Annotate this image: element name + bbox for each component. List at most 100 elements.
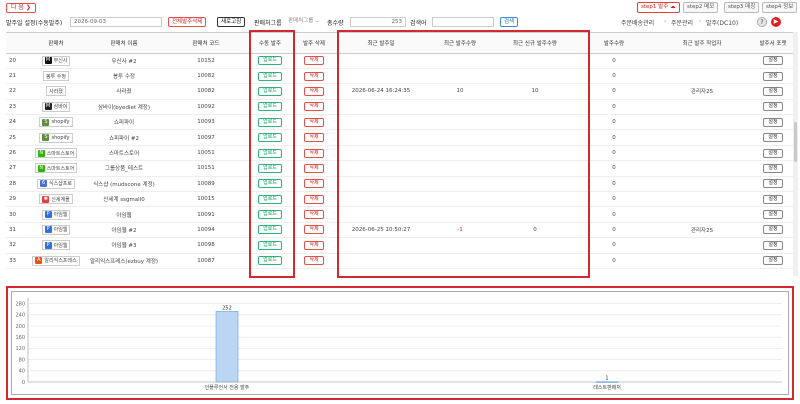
vendor-group-select[interactable]: 판매처그룹 ⌄ <box>285 17 325 27</box>
format-settings-button[interactable]: 설정 <box>763 163 783 173</box>
format-settings-button[interactable]: 설정 <box>763 71 783 81</box>
step4-info-button[interactable]: step4 정보 <box>762 2 798 13</box>
breadcrumb-item-shipping[interactable]: 주문배송관리 <box>621 18 654 27</box>
delete-button[interactable]: 삭제 <box>304 133 324 143</box>
format-settings-button[interactable]: 설정 <box>763 148 783 158</box>
table-row[interactable]: 23 M 삼바이 삼바이(byediet 계정) 10092 업로드 삭제 0 설… <box>6 99 794 116</box>
delete-button[interactable]: 삭제 <box>304 148 324 158</box>
upload-button[interactable]: 업로드 <box>258 240 282 250</box>
table-row[interactable]: 30 P 아임웹 아임웹 10091 업로드 삭제 0 설정 <box>6 206 794 223</box>
format-settings-button[interactable]: 설정 <box>763 210 783 220</box>
table-row[interactable]: 22 사라졌 사라졌 10082 업로드 삭제 2026-06-24 16:24… <box>6 83 794 100</box>
search-button[interactable]: 검색 <box>500 17 519 27</box>
vendor-badge: 봉투 수정 <box>43 71 69 82</box>
col-header-vendor-name[interactable]: 판매처 이름 <box>84 33 164 54</box>
vendor-label: 삼바이 <box>53 104 68 111</box>
row-number: 27 <box>6 160 28 177</box>
delete-button[interactable]: 삭제 <box>304 194 324 204</box>
help-icon[interactable]: ? <box>757 17 767 27</box>
refresh-button[interactable]: 새로고침 <box>217 17 246 27</box>
step2-memo-button[interactable]: step2 메모 <box>683 2 719 13</box>
table-row[interactable]: 31 P 아임웹 아임웹 #2 10094 업로드 삭제 2026-06-25 1… <box>6 222 794 239</box>
table-row[interactable]: 26 N 스마트스토어 스마트스토어 10051 업로드 삭제 0 설정 <box>6 145 794 162</box>
delete-button[interactable]: 삭제 <box>304 117 324 127</box>
upload-button[interactable]: 업로드 <box>258 194 282 204</box>
vendor-logo-icon: 6 <box>39 180 47 188</box>
format-settings-button[interactable]: 설정 <box>763 117 783 127</box>
upload-button[interactable]: 업로드 <box>258 86 282 96</box>
format-settings-button[interactable]: 설정 <box>763 102 783 112</box>
table-row[interactable]: 27 N 스마트스토어 그룹상품_테스트 10151 업로드 삭제 0 설정 <box>6 160 794 177</box>
table-row[interactable]: 28 6 식스샵프로 식스샵 (mudscone 계정) 10089 업로드 삭제… <box>6 176 794 193</box>
table-row[interactable]: 21 봉투 수정 봉투 수정 10082 업로드 삭제 0 설정 <box>6 68 794 85</box>
upload-button[interactable]: 업로드 <box>258 256 282 266</box>
col-header-order-qty[interactable]: 발주수량 <box>576 33 652 54</box>
delete-button[interactable]: 삭제 <box>304 102 324 112</box>
format-settings-button[interactable]: 설정 <box>763 194 783 204</box>
scrollbar-thumb[interactable] <box>794 122 797 162</box>
col-header-recent-new-qty[interactable]: 최근 신규 발주수량 <box>494 33 576 54</box>
upload-button[interactable]: 업로드 <box>258 210 282 220</box>
vendor-logo-icon: P <box>44 226 52 234</box>
next-button[interactable]: 다 음 ❯ <box>6 3 36 13</box>
vendor-logo-icon: P <box>44 211 52 219</box>
recent-worker <box>652 99 752 116</box>
format-settings-button[interactable]: 설정 <box>763 240 783 250</box>
format-settings-button[interactable]: 설정 <box>763 56 783 66</box>
delete-button[interactable]: 삭제 <box>304 225 324 235</box>
col-header-recent-worker[interactable]: 최근 발주 작업자 <box>652 33 752 54</box>
upload-button[interactable]: 업로드 <box>258 163 282 173</box>
order-date-input[interactable]: 2026-09-03 <box>70 17 162 27</box>
upload-button[interactable]: 업로드 <box>258 56 282 66</box>
table-row[interactable]: 29 ✽ 신세계몰 신세계 ssgmall0 10015 업로드 삭제 0 설정 <box>6 191 794 208</box>
table-scrollbar[interactable] <box>793 32 798 276</box>
y-tick-label: 120 <box>15 346 25 352</box>
col-header-recent-order-date[interactable]: 최근 발주일 <box>336 33 426 54</box>
table-row[interactable]: 25 Sshopify 쇼피파이 #2 10097 업로드 삭제 0 설정 <box>6 129 794 146</box>
upload-cell: 업로드 <box>248 99 292 116</box>
upload-button[interactable]: 업로드 <box>258 117 282 127</box>
delete-cell: 삭제 <box>292 114 336 131</box>
upload-button[interactable]: 업로드 <box>258 102 282 112</box>
delete-button[interactable]: 삭제 <box>304 256 324 266</box>
upload-button[interactable]: 업로드 <box>258 179 282 189</box>
format-settings-button[interactable]: 설정 <box>763 86 783 96</box>
delete-button[interactable]: 삭제 <box>304 163 324 173</box>
table-row[interactable]: 24 Sshopify 쇼피파이 10093 업로드 삭제 0 설정 <box>6 114 794 131</box>
delete-button[interactable]: 삭제 <box>304 210 324 220</box>
play-video-icon[interactable]: ▶ <box>771 17 781 27</box>
order-qty: 0 <box>576 53 652 69</box>
upload-button[interactable]: 업로드 <box>258 71 282 81</box>
col-header-vendor-code[interactable]: 판매처 코드 <box>164 33 248 54</box>
upload-button[interactable]: 업로드 <box>258 225 282 235</box>
recent-worker: 관리자25 <box>652 222 752 239</box>
table-row[interactable]: 33 A 알리익스프레스 알리익스프레스(ezbuy 계정) 10087 업로드 … <box>6 253 794 269</box>
delete-all-orders-button[interactable]: 전체발주삭제 <box>168 17 207 27</box>
format-settings-button[interactable]: 설정 <box>763 256 783 266</box>
delete-button[interactable]: 삭제 <box>304 240 324 250</box>
step1-order-button[interactable]: step1 발주 ☁ <box>637 2 680 13</box>
delete-button[interactable]: 삭제 <box>304 71 324 81</box>
col-header-vendor[interactable]: 판매처 <box>28 33 84 54</box>
search-input[interactable] <box>432 17 494 27</box>
table-row[interactable]: 20 M 무신사 무신사 #2 10152 업로드 삭제 0 설정 <box>6 53 794 69</box>
breadcrumb-item-orders[interactable]: 주문관리 <box>671 18 693 27</box>
vendor-label: 스마트스토어 <box>46 165 75 172</box>
col-header-recent-order-qty[interactable]: 최근 발주수량 <box>426 33 494 54</box>
table-row[interactable]: 32 P 아임웹 아임웹 #3 10098 업로드 삭제 0 설정 <box>6 237 794 254</box>
upload-button[interactable]: 업로드 <box>258 148 282 158</box>
format-settings-button[interactable]: 설정 <box>763 225 783 235</box>
recent-worker <box>652 176 752 193</box>
upload-cell: 업로드 <box>248 253 292 269</box>
upload-button[interactable]: 업로드 <box>258 133 282 143</box>
delete-button[interactable]: 삭제 <box>304 179 324 189</box>
recent-order-date <box>336 253 426 269</box>
delete-button[interactable]: 삭제 <box>304 86 324 96</box>
format-settings-button[interactable]: 설정 <box>763 179 783 189</box>
format-settings-button[interactable]: 설정 <box>763 133 783 143</box>
delete-button[interactable]: 삭제 <box>304 56 324 66</box>
vendor-name: 스마트스토어 <box>84 145 164 162</box>
step3-matching-button[interactable]: step3 매칭 <box>724 2 760 13</box>
vendor-code: 10091 <box>164 206 248 223</box>
order-qty: 0 <box>576 129 652 146</box>
